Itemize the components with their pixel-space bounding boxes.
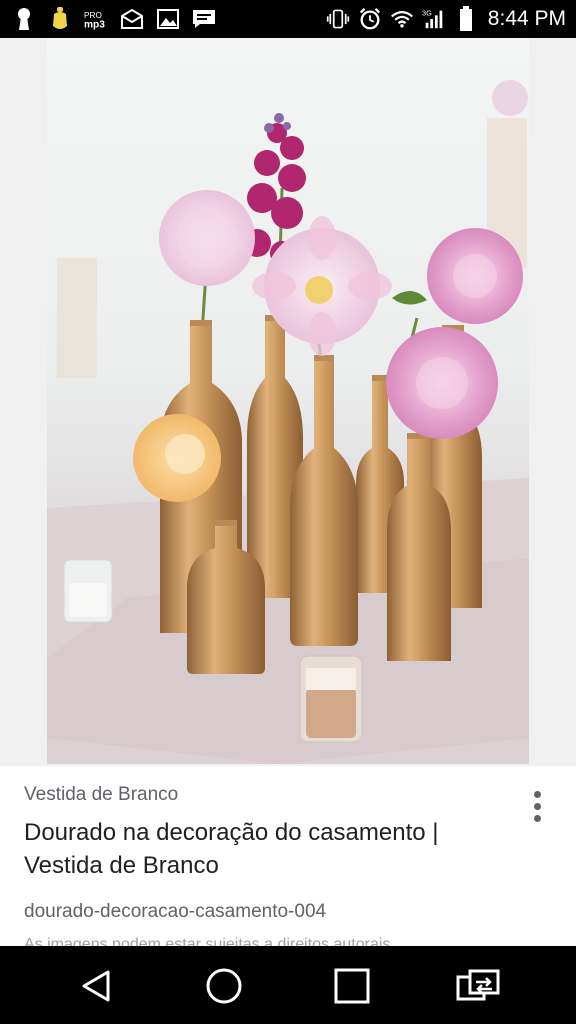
home-icon[interactable]: [202, 966, 246, 1006]
menu-dot: [533, 802, 541, 810]
menu-dot: [533, 790, 541, 798]
inbox-icon: [120, 7, 144, 31]
vibrate-icon: [326, 7, 350, 31]
mp3-icon: PRO mp3: [84, 7, 108, 31]
signal-icon: 3G: [422, 7, 446, 31]
menu-dot: [533, 814, 541, 822]
result-image[interactable]: [47, 38, 529, 764]
message-icon: [192, 7, 216, 31]
image-viewer[interactable]: [0, 38, 576, 766]
pacifier-icon: [48, 7, 72, 31]
result-source[interactable]: Vestida de Branco: [24, 784, 178, 806]
svg-text:mp3: mp3: [84, 19, 105, 30]
status-bar: PRO mp3 3G 8:44 PM: [0, 0, 576, 38]
image-icon: [156, 7, 180, 31]
alarm-icon: [358, 7, 382, 31]
navigation-bar: [0, 946, 576, 1024]
wifi-icon: [390, 7, 414, 31]
back-icon[interactable]: [75, 966, 119, 1006]
keyhole-icon: [12, 7, 36, 31]
result-title[interactable]: Dourado na decoração do casamento | Vest…: [24, 816, 494, 882]
switch-icon[interactable]: [456, 966, 500, 1006]
copyright-notice: As imagens podem estar sujeitas a direit…: [24, 936, 395, 946]
svg-text:3G: 3G: [422, 8, 432, 17]
more-options-icon[interactable]: [522, 786, 552, 826]
recents-icon[interactable]: [330, 966, 374, 1006]
result-info-card: Vestida de Branco Dourado na decoração d…: [0, 766, 576, 946]
battery-icon: [454, 6, 478, 31]
result-filename: dourado-decoracao-casamento-004: [24, 901, 327, 922]
status-time: 8:44 PM: [487, 7, 566, 30]
